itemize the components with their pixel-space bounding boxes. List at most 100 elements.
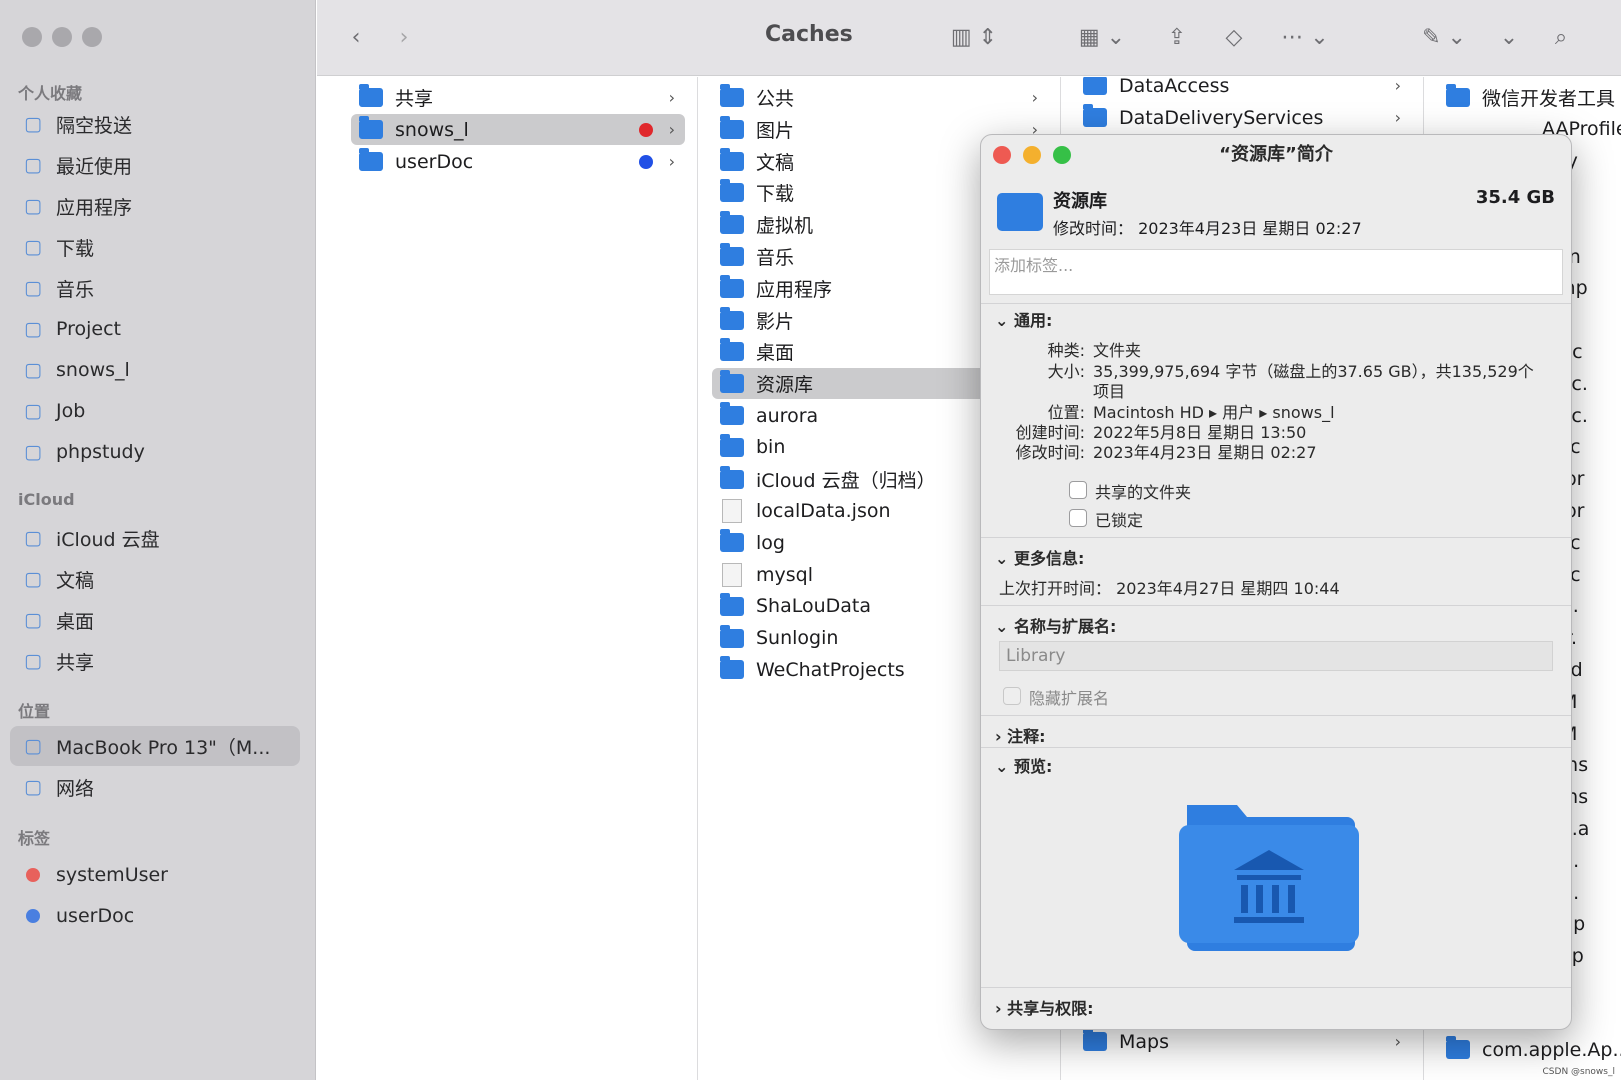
sidebar-item-icloud-1[interactable]: ▢ 文稿 — [10, 559, 300, 599]
column3-row[interactable]: DataAccess › — [1075, 77, 1411, 101]
comments-header[interactable]: › 注释: — [995, 723, 1046, 747]
sidebar-item-label: snows_l — [56, 359, 130, 381]
globe-icon: ▢ — [24, 776, 42, 798]
sidebar-item-icloud-0[interactable]: ▢ iCloud 云盘 — [10, 518, 300, 558]
document-icon: ▢ — [24, 568, 42, 590]
row-label: aurora — [756, 404, 819, 427]
forward-icon[interactable]: › — [387, 20, 421, 54]
chevron-right-icon: › — [668, 120, 675, 139]
zoom-window-button[interactable] — [82, 27, 102, 47]
sidebar-item-loc-0[interactable]: ▢ MacBook Pro 13"（M... — [10, 726, 300, 766]
tags-field[interactable]: 添加标签... — [989, 249, 1563, 295]
sidebar-item-label: 文稿 — [56, 569, 95, 592]
name-field[interactable]: Library — [999, 641, 1553, 671]
more-actions-icon[interactable]: ⋯ ⌄ — [1275, 20, 1335, 54]
chevron-right-icon: › — [668, 88, 675, 107]
download-icon: ▢ — [24, 236, 42, 258]
item-size: 35.4 GB — [1475, 187, 1555, 208]
locked-label: 已锁定 — [1095, 511, 1144, 530]
column3-row[interactable]: DataDeliveryServices › — [1075, 102, 1411, 133]
minimize-window-button[interactable] — [52, 27, 72, 47]
row-label: com.apple.Ap... — [1482, 1038, 1621, 1061]
folder-icon — [1083, 1028, 1107, 1051]
column1-row[interactable]: 共享 › — [351, 82, 685, 113]
chevron-right-icon: › — [1394, 108, 1401, 127]
folder-icon — [720, 592, 744, 616]
sidebar-item-fav-0[interactable]: ▢ 隔空投送 — [10, 104, 300, 144]
library-folder-preview-icon — [1179, 805, 1359, 951]
sidebar-item-fav-8[interactable]: ▢ phpstudy — [10, 432, 300, 472]
sidebar-item-label: 最近使用 — [56, 155, 133, 178]
locations-header: 位置 — [18, 702, 51, 721]
markup-icon[interactable]: ✎ ⌄ — [1414, 20, 1474, 54]
sidebar-item-fav-5[interactable]: ▢ Project — [10, 309, 300, 349]
watermark: CSDN @snows_l — [1542, 1067, 1615, 1077]
chevron-down-icon[interactable]: ⌄ — [1492, 20, 1526, 54]
folder-icon — [720, 179, 744, 203]
row-label: 下载 — [756, 183, 795, 206]
shared-folder-label: 共享的文件夹 — [1095, 483, 1192, 502]
column-view-icon[interactable]: ▥ ⇕ — [944, 20, 1004, 54]
sidebar-item-label: MacBook Pro 13"（M... — [56, 736, 271, 759]
music-icon: ▢ — [24, 277, 42, 299]
sidebar-item-fav-7[interactable]: ▢ Job — [10, 391, 300, 431]
folder-icon — [720, 306, 744, 330]
sidebar-item-icloud-2[interactable]: ▢ 桌面 — [10, 600, 300, 640]
column1-row[interactable]: snows_l › — [351, 114, 685, 145]
row-label: userDoc — [395, 150, 474, 173]
tag-icon[interactable]: ◇ — [1217, 20, 1251, 54]
preview-header[interactable]: ⌄ 预览: — [995, 753, 1052, 777]
sidebar-item-fav-1[interactable]: ▢ 最近使用 — [10, 145, 300, 185]
name-ext-header[interactable]: ⌄ 名称与扩展名: — [995, 613, 1116, 637]
row-label: 音乐 — [756, 247, 795, 269]
general-section-header[interactable]: ⌄ 通用: — [995, 307, 1052, 331]
share-icon[interactable]: ⇪ — [1160, 20, 1194, 54]
sidebar-item-label: phpstudy — [56, 441, 145, 463]
back-icon[interactable]: ‹ — [339, 20, 373, 54]
folder-icon — [720, 529, 744, 553]
locked-checkbox[interactable] — [1069, 509, 1087, 527]
hide-extension-checkbox[interactable] — [1003, 687, 1021, 705]
sidebar-tag-1[interactable]: userDoc — [10, 896, 300, 936]
search-icon[interactable]: ⌕ — [1544, 20, 1578, 54]
folder-icon — [720, 624, 744, 648]
row-label: Sunlogin — [756, 627, 839, 650]
folder-icon — [1446, 1036, 1470, 1059]
folder-icon — [720, 338, 744, 362]
folder-icon — [1083, 77, 1107, 95]
sidebar-item-icloud-3[interactable]: ▢ 共享 — [10, 641, 300, 681]
sidebar-item-fav-4[interactable]: ▢ 音乐 — [10, 268, 300, 308]
sidebar-tag-0[interactable]: systemUser — [10, 855, 300, 895]
folder-icon — [720, 274, 744, 298]
sidebar-item-label: 下载 — [56, 237, 95, 260]
tag-color-dot — [26, 909, 40, 923]
sidebar-item-label: 应用程序 — [56, 196, 133, 219]
hide-extension-label: 隐藏扩展名 — [1029, 689, 1110, 708]
chevron-right-icon: › — [1394, 77, 1401, 95]
folder-icon — [720, 84, 744, 107]
shared-folder-checkbox[interactable] — [1069, 481, 1087, 499]
column2-row[interactable]: 公共 › — [712, 82, 1048, 113]
more-info-header[interactable]: ⌄ 更多信息: — [995, 545, 1084, 569]
column4-row[interactable]: 微信开发者工具 — [1438, 82, 1615, 113]
sharing-permissions-header[interactable]: › 共享与权限: — [995, 995, 1094, 1019]
column1-row[interactable]: userDoc › — [351, 146, 685, 177]
row-label: 公共 — [756, 88, 795, 110]
folder-icon — [1083, 104, 1107, 127]
sidebar-item-label: 桌面 — [56, 610, 95, 633]
group-icon[interactable]: ▦ ⌄ — [1072, 20, 1132, 54]
sidebar-item-loc-1[interactable]: ▢ 网络 — [10, 767, 300, 807]
row-label: WeChatProjects — [756, 658, 905, 681]
airdrop-icon: ▢ — [24, 113, 42, 135]
row-label: bin — [756, 436, 786, 459]
row-label: 桌面 — [756, 342, 795, 365]
sidebar-item-fav-6[interactable]: ▢ snows_l — [10, 350, 300, 390]
column3-row[interactable]: Maps › — [1075, 1026, 1411, 1057]
close-window-button[interactable] — [22, 27, 42, 47]
folder-icon — [720, 656, 744, 680]
sidebar-item-fav-2[interactable]: ▢ 应用程序 — [10, 186, 300, 226]
sidebar-item-fav-3[interactable]: ▢ 下载 — [10, 227, 300, 267]
size-label: 大小: — [1047, 362, 1085, 381]
column4-row[interactable]: com.apple.Ap... — [1438, 1034, 1621, 1065]
folder-icon: ▢ — [24, 441, 42, 463]
